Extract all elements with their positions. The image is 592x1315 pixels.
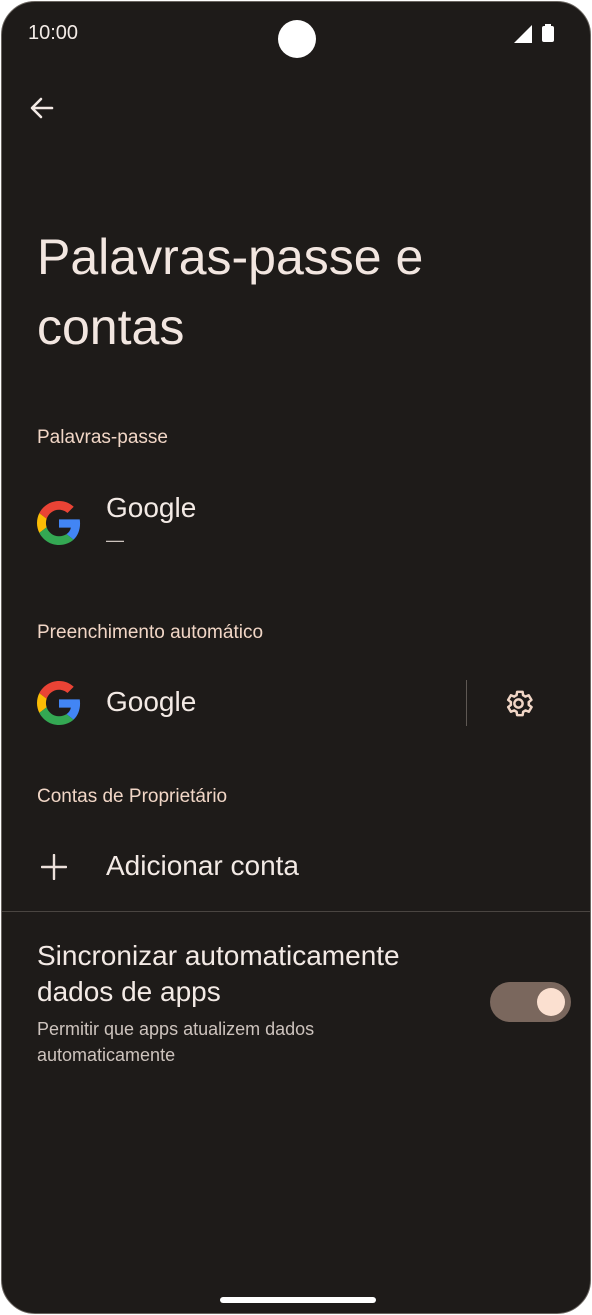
signal-icon <box>514 25 532 43</box>
google-icon <box>37 681 81 725</box>
toggle-knob <box>537 988 565 1016</box>
gear-icon[interactable] <box>502 687 535 720</box>
passwords-google-label: Google <box>106 492 197 523</box>
battery-icon <box>542 24 554 42</box>
status-time: 10:00 <box>28 22 79 44</box>
home-gesture-bar[interactable] <box>220 1297 376 1303</box>
phone-screen: 10:00 Palavras-passe e contas Palavras-p… <box>1 1 591 1314</box>
back-arrow-icon[interactable] <box>26 92 58 124</box>
plus-icon <box>41 854 67 880</box>
sync-toggle[interactable] <box>490 982 571 1022</box>
section-divider <box>2 911 590 912</box>
sync-subtitle: Permitir que apps atualizem dados automa… <box>37 1019 315 1065</box>
section-header-passwords: Palavras-passe <box>37 427 168 448</box>
section-header-autofill: Preenchimento automático <box>37 622 264 643</box>
add-account-label: Adicionar conta <box>106 850 300 881</box>
section-header-owner-accounts: Contas de Proprietário <box>37 786 228 807</box>
page-title: Palavras-passe e contas <box>37 229 424 355</box>
camera-cutout <box>278 20 316 58</box>
google-icon <box>37 501 81 545</box>
autofill-google-label: Google <box>106 686 197 717</box>
sync-title: Sincronizar automaticamente dados de app… <box>37 940 400 1007</box>
vertical-divider <box>466 680 467 726</box>
passwords-google-sublabel: — <box>106 530 124 550</box>
